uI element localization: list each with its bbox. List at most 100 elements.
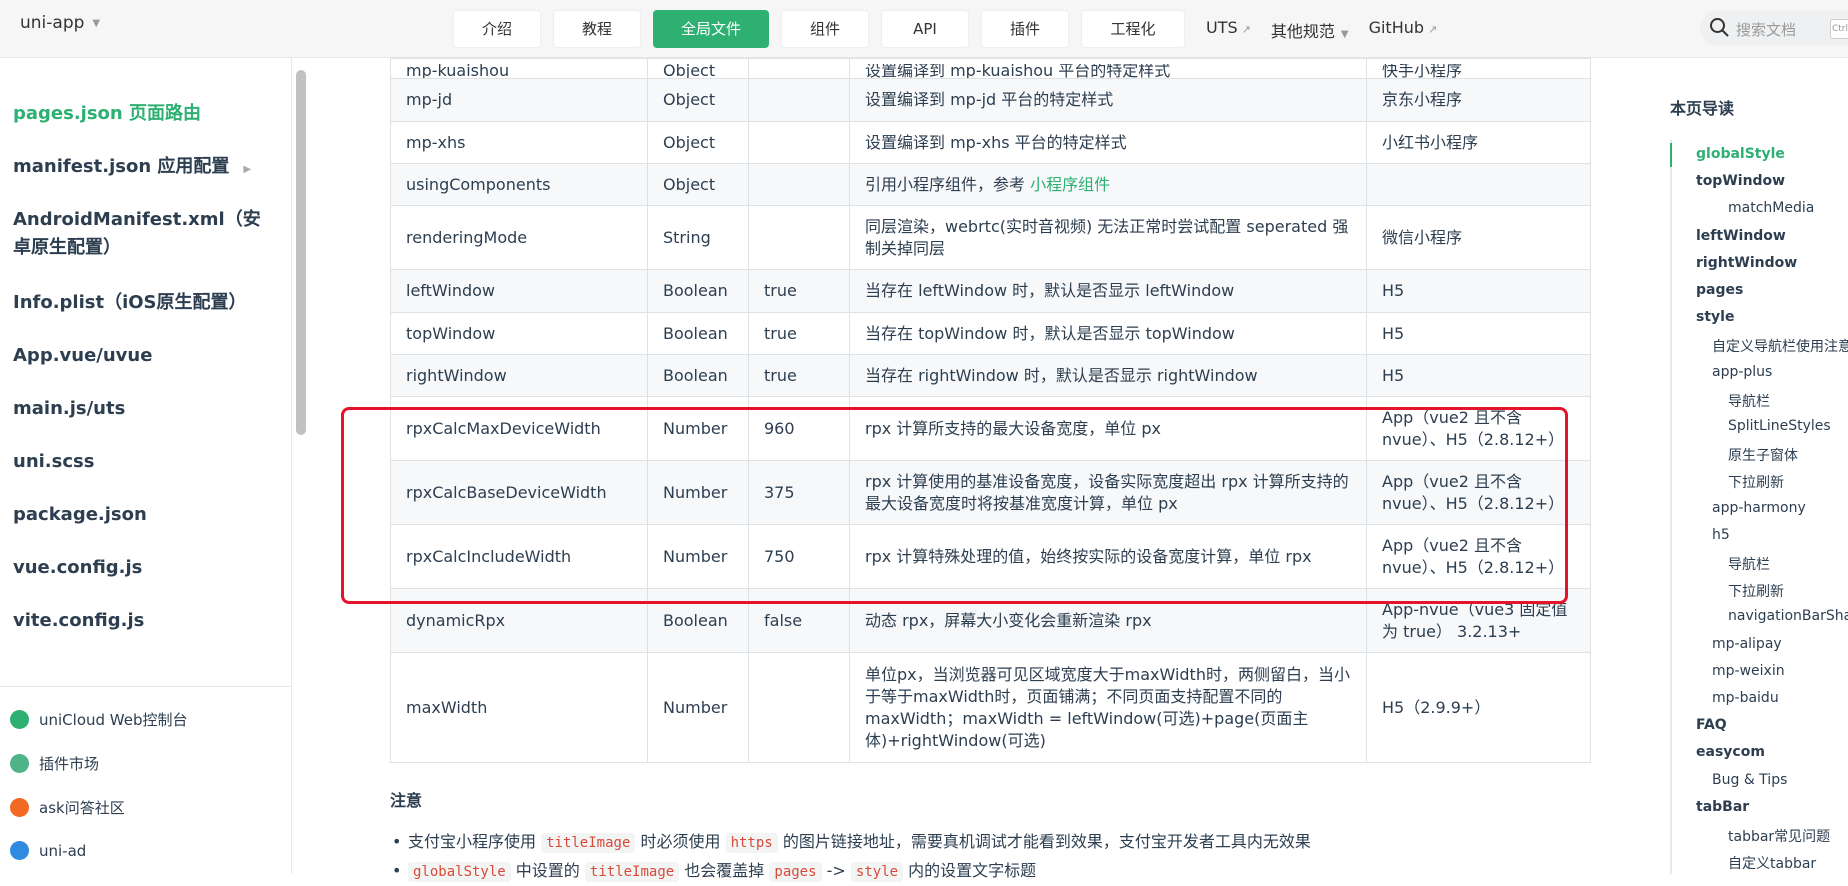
toc-item[interactable]: h5 (1712, 527, 1730, 543)
external-link-icon: ↗ (1241, 23, 1251, 36)
sidebar-item-app-vue[interactable]: App.vue/uvue (13, 342, 152, 370)
table-cell: String (647, 205, 749, 270)
toc-item[interactable]: 自定义tabbar (1728, 853, 1816, 873)
nav-plugins-button[interactable]: 插件 (981, 10, 1069, 48)
brand-menu[interactable]: uni-app ▼ (20, 13, 100, 33)
table-cell: Boolean (647, 588, 749, 653)
toc-item[interactable]: 原生子窗体 (1728, 445, 1798, 465)
search-input[interactable]: 搜索文档 Ctrl K (1700, 10, 1848, 46)
cell-text: 快手小程序 (1382, 64, 1463, 78)
cell-text: mp-kuaishou (406, 64, 510, 78)
toc-item[interactable]: matchMedia (1728, 200, 1814, 216)
table-cell: mp-kuaishou (390, 58, 648, 79)
toc-item[interactable]: 下拉刷新 (1728, 472, 1784, 492)
note-text: 也会覆盖掉 (679, 861, 770, 880)
toc-item[interactable]: 导航栏 (1728, 554, 1770, 574)
sidebar-item-vite-config[interactable]: vite.config.js (13, 607, 144, 635)
sidebar-scrollbar[interactable] (296, 70, 306, 435)
note-text: 中设置的 (510, 861, 585, 880)
nav-engineering-button[interactable]: 工程化 (1081, 10, 1185, 48)
toc-item[interactable]: 自定义导航栏使用注意 (1712, 336, 1848, 356)
sidebar-item-info-plist[interactable]: Info.plist（iOS原生配置） (13, 289, 247, 317)
toc-item[interactable]: app-plus (1712, 364, 1772, 380)
toc-item[interactable]: leftWindow (1696, 228, 1786, 244)
toc-item[interactable]: FAQ (1696, 717, 1727, 733)
nav-tutorial-button[interactable]: 教程 (553, 10, 641, 48)
table-cell (1366, 163, 1591, 206)
toc-item[interactable]: SplitLineStyles (1728, 418, 1831, 434)
table-cell: 750 (748, 524, 850, 589)
table-row: renderingMode String 同层渲染，webrtc(实时音视频) … (390, 205, 1591, 270)
table-row: usingComponents Object 引用小程序组件，参考 小程序组件 (390, 163, 1591, 206)
sidebar-item-android-manifest[interactable]: AndroidManifest.xml（安卓原生配置） (13, 206, 275, 262)
toc-item[interactable]: globalStyle (1696, 146, 1785, 162)
sidebar-item-vue-config[interactable]: vue.config.js (13, 554, 142, 582)
table-cell: rpxCalcIncludeWidth (390, 524, 648, 589)
table-cell: 设置编译到 mp-xhs 平台的特定样式 (849, 121, 1367, 164)
list-item: globalStyle 中设置的 titleImage 也会覆盖掉 pages … (390, 857, 1311, 886)
note-heading: 注意 (390, 791, 423, 810)
note-text: 时必须使用 (635, 832, 726, 851)
sidebar-item-label: AndroidManifest.xml（安卓原生配置） (13, 209, 261, 258)
table-cell: H5 (1366, 354, 1591, 397)
sidebar-item-pages-json[interactable]: pages.json 页面路由 (13, 100, 201, 128)
sidebar-item-manifest-json[interactable]: manifest.json 应用配置 ▶ (13, 153, 251, 184)
toc-item[interactable]: tabbar常见问题 (1728, 826, 1830, 846)
nav-link-uts-label: UTS (1206, 18, 1238, 37)
sidebar-link-ask[interactable]: ask问答社区 (10, 797, 125, 818)
table-cell: rpx 计算使用的基准设备宽度，设备实际宽度超出 rpx 计算所支持的最大设备宽… (849, 460, 1367, 525)
sidebar-link-label: uniCloud Web控制台 (39, 711, 188, 729)
nav-global-files-button[interactable]: 全局文件 (653, 10, 769, 48)
nav-link-uts[interactable]: UTS ↗ (1206, 18, 1251, 42)
toc-item[interactable]: app-harmony (1712, 500, 1806, 516)
table-cell: 单位px，当浏览器可见区域宽度大于maxWidth时，两侧留白，当小于等于max… (849, 652, 1367, 763)
list-item: 支付宝小程序使用 titleImage 时必须使用 https 的图片链接地址，… (390, 828, 1311, 857)
table-row: rpxCalcIncludeWidth Number 750 rpx 计算特殊处… (390, 524, 1591, 589)
table-cell: true (748, 312, 850, 355)
toc-title: 本页导读 (1670, 99, 1735, 118)
cell-text: 设置编译到 mp-kuaishou 平台的特定样式 (865, 64, 1171, 78)
table-cell (748, 58, 850, 79)
inline-code: titleImage (584, 862, 680, 882)
plugin-market-icon (10, 754, 29, 773)
inline-code: globalStyle (408, 862, 511, 882)
toc-item[interactable]: pages (1696, 282, 1743, 298)
nav-link-other-specs[interactable]: 其他规范 ▼ (1271, 18, 1349, 42)
nav-intro-button[interactable]: 介绍 (453, 10, 541, 48)
table-cell: rpx 计算所支持的最大设备宽度，单位 px (849, 396, 1367, 461)
nav-link-other-specs-label: 其他规范 (1270, 22, 1335, 41)
sidebar-item-main-js[interactable]: main.js/uts (13, 395, 125, 423)
toc-item[interactable]: topWindow (1696, 173, 1785, 189)
table-cell: 快手小程序 (1366, 58, 1591, 79)
nav-api-button[interactable]: API (881, 10, 969, 48)
external-link-icon: ↗ (1428, 23, 1438, 36)
toc-item[interactable]: 下拉刷新 (1728, 581, 1784, 601)
config-table: mp-kuaishou Object 设置编译到 mp-kuaishou 平台的… (390, 58, 1591, 763)
nav-components-button[interactable]: 组件 (781, 10, 869, 48)
table-cell: false (748, 588, 850, 653)
table-row: topWindow Boolean true 当存在 topWindow 时，默… (390, 312, 1591, 355)
sidebar-link-uni-ad[interactable]: uni-ad (10, 841, 86, 860)
sidebar-item-package-json[interactable]: package.json (13, 501, 147, 529)
toc-item[interactable]: mp-alipay (1712, 636, 1782, 652)
toc-item[interactable]: style (1696, 309, 1734, 325)
toc-item[interactable]: navigationBarShad (1728, 608, 1848, 624)
toc-item[interactable]: rightWindow (1696, 255, 1797, 271)
sidebar-link-label: uni-ad (39, 841, 87, 860)
nav-link-github[interactable]: GitHub ↗ (1369, 18, 1438, 42)
toc-item[interactable]: mp-weixin (1712, 663, 1785, 679)
toc-item[interactable]: easycom (1696, 744, 1765, 760)
note-list: 支付宝小程序使用 titleImage 时必须使用 https 的图片链接地址，… (390, 828, 1311, 886)
sidebar-item-uni-scss[interactable]: uni.scss (13, 448, 94, 476)
table-cell: Object (647, 58, 749, 79)
table-cell: 960 (748, 396, 850, 461)
sidebar-link-unicloud[interactable]: uniCloud Web控制台 (10, 709, 188, 730)
kbd-ctrl: Ctrl (1830, 19, 1848, 39)
toc-item[interactable]: 导航栏 (1728, 391, 1770, 411)
sidebar-link-plugin-market[interactable]: 插件市场 (10, 753, 99, 774)
toc-item[interactable]: Bug & Tips (1712, 772, 1787, 788)
mini-program-components-link[interactable]: 小程序组件 (1030, 175, 1110, 194)
sidebar-item-label: main.js/uts (13, 398, 126, 419)
toc-item[interactable]: tabBar (1696, 799, 1749, 815)
toc-item[interactable]: mp-baidu (1712, 690, 1779, 706)
